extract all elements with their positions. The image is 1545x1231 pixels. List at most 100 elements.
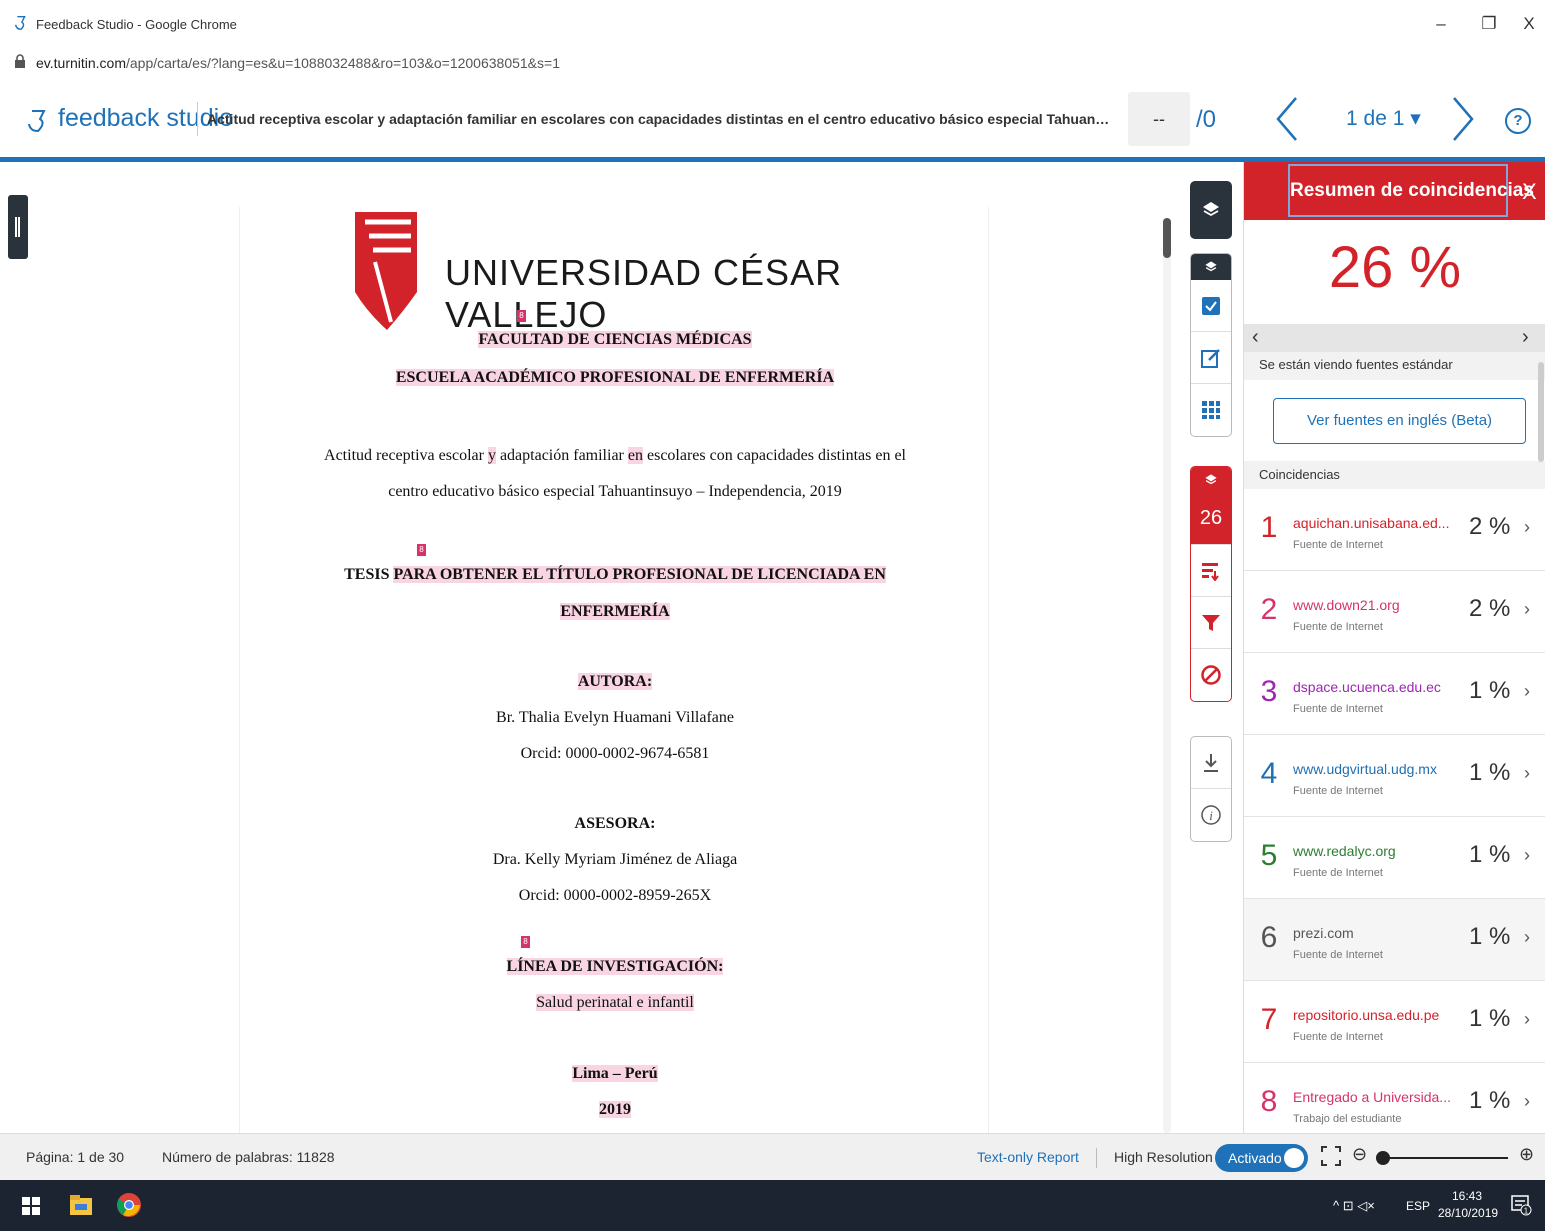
download-icon (1204, 753, 1218, 772)
similarity-tool-group: 26 (1190, 466, 1232, 702)
match-source-type: Fuente de Internet (1293, 1031, 1383, 1043)
grade-total: /0 (1196, 106, 1217, 133)
paper-selector[interactable]: 1 de 1 ▾ (1346, 106, 1421, 131)
text-only-report-link[interactable]: Text-only Report (977, 1149, 1079, 1165)
match-number: 4 (1260, 757, 1278, 790)
rubric-tool[interactable] (1191, 384, 1231, 436)
all-sources-tool[interactable] (1191, 545, 1231, 597)
match-item[interactable]: 6 prezi.com Fuente de Internet 1 % › (1244, 899, 1545, 981)
tesis-highlight[interactable]: PARA OBTENER EL TÍTULO PROFESIONAL DE LI… (393, 566, 886, 583)
chevron-right-icon[interactable]: › (1524, 927, 1530, 948)
chevron-right-icon[interactable]: › (1522, 326, 1529, 349)
address-bar[interactable]: ev.turnitin.com/app/carta/es/?lang=es&u=… (0, 48, 1545, 78)
input-language[interactable]: ESP (1406, 1199, 1430, 1213)
close-window-button[interactable]: X (1514, 14, 1544, 34)
clock[interactable]: 16:43 28/10/2019 (1438, 1188, 1498, 1222)
match-marker[interactable]: 8 (517, 310, 526, 322)
zoom-in-icon[interactable]: ⊕ (1519, 1144, 1534, 1165)
status-bar: Página: 1 de 30 Número de palabras: 1182… (0, 1133, 1545, 1180)
chevron-left-icon[interactable]: ‹ (1252, 326, 1259, 349)
asesora-orcid: Orcid: 0000-0002-8959-265X (518, 887, 712, 904)
next-paper-icon[interactable] (1448, 94, 1478, 144)
quickmark-tool[interactable] (1191, 280, 1231, 332)
linea-label: LÍNEA DE INVESTIGACIÓN: (506, 958, 724, 975)
feedback-studio-logo-icon (28, 110, 46, 133)
match-source-type: Fuente de Internet (1293, 785, 1383, 797)
chevron-right-icon[interactable]: › (1524, 1009, 1530, 1030)
chrome-icon[interactable] (116, 1192, 142, 1218)
title-part: Actitud receptiva escolar (324, 447, 488, 464)
file-explorer-icon[interactable] (70, 1195, 92, 1215)
document-title: Actitud receptiva escolar y adaptación f… (207, 111, 1112, 127)
scrollbar-thumb[interactable] (1163, 218, 1171, 258)
match-item[interactable]: 3 dspace.ucuenca.edu.ec Fuente de Internet… (1244, 653, 1545, 735)
match-marker[interactable]: 8 (521, 936, 530, 948)
school-line: ESCUELA ACADÉMICO PROFESIONAL DE ENFERME… (240, 369, 990, 387)
notification-count: 1 (1524, 1207, 1529, 1216)
high-resolution-toggle[interactable]: Activado (1215, 1144, 1308, 1172)
place-line: Lima – Perú (240, 1065, 990, 1083)
match-percent: 1 % (1469, 1005, 1511, 1032)
download-tool[interactable] (1191, 737, 1231, 789)
title-highlight[interactable]: y (487, 447, 496, 464)
match-source: Entregado a Universida... (1293, 1089, 1451, 1105)
grade-input[interactable]: -- (1128, 92, 1190, 146)
feedback-summary-tool[interactable] (1191, 332, 1231, 384)
zoom-slider-knob[interactable] (1375, 1151, 1390, 1165)
windows-start-icon[interactable] (22, 1197, 40, 1215)
zoom-slider[interactable] (1375, 1151, 1508, 1165)
match-source: prezi.com (1293, 925, 1354, 941)
match-item[interactable]: 2 www.down21.org Fuente de Internet 2 % › (1244, 571, 1545, 653)
match-item[interactable]: 4 www.udgvirtual.udg.mx Fuente de Internet… (1244, 735, 1545, 817)
school-text: ESCUELA ACADÉMICO PROFESIONAL DE ENFERME… (395, 369, 835, 386)
match-item[interactable]: 5 www.redalyc.org Fuente de Internet 1 % › (1244, 817, 1545, 899)
filter-tool[interactable] (1191, 597, 1231, 649)
fullscreen-icon[interactable] (1320, 1145, 1342, 1167)
similarity-score-button[interactable]: 26 (1191, 493, 1231, 545)
match-item[interactable]: 7 repositorio.unsa.edu.pe Fuente de Intern… (1244, 981, 1545, 1063)
svg-text:i: i (1209, 808, 1213, 823)
linea-value: Salud perinatal e infantil (536, 994, 694, 1011)
notification-icon[interactable]: 1 (1510, 1194, 1532, 1216)
chevron-right-icon[interactable]: › (1524, 517, 1530, 538)
system-tray-icons[interactable]: ^ ⊡ ◁× (1333, 1198, 1375, 1214)
autora-label: AUTORA: (577, 673, 653, 690)
tesis-highlight[interactable]: ENFERMERÍA (560, 603, 670, 620)
match-number: 5 (1260, 839, 1278, 872)
minimize-button[interactable]: – (1426, 14, 1456, 34)
previous-paper-icon[interactable] (1272, 94, 1302, 144)
close-panel-button[interactable]: X (1522, 179, 1537, 205)
extra-tool-group: i (1190, 736, 1232, 842)
similarity-percent: 26 % (1328, 235, 1462, 300)
help-icon[interactable]: ? (1505, 108, 1531, 134)
match-marker[interactable]: 8 (417, 544, 426, 556)
match-item[interactable]: 1 aquichan.unisabana.ed... Fuente de Inter… (1244, 489, 1545, 571)
chevron-right-icon[interactable]: › (1524, 845, 1530, 866)
restore-button[interactable]: ❐ (1474, 14, 1504, 34)
zoom-out-icon[interactable]: ⊖ (1352, 1144, 1367, 1165)
layers-icon (1203, 202, 1219, 217)
info-tool[interactable]: i (1191, 789, 1231, 841)
chevron-right-icon[interactable]: › (1524, 599, 1530, 620)
match-source: www.redalyc.org (1293, 843, 1396, 859)
panel-scrollbar[interactable] (1538, 362, 1544, 462)
exclude-tool[interactable] (1191, 649, 1231, 701)
document-scrollbar[interactable] (1163, 218, 1171, 1133)
university-name: UNIVERSIDAD CÉSAR VALLEJO (445, 252, 843, 335)
match-percent: 1 % (1469, 841, 1511, 868)
url-text[interactable]: ev.turnitin.com/app/carta/es/?lang=es&u=… (36, 55, 560, 71)
title-highlight[interactable]: en (627, 447, 643, 464)
page-indicator: Página: 1 de 30 (26, 1149, 125, 1165)
university-shield-logo (355, 212, 417, 330)
layers-button[interactable] (1190, 181, 1232, 239)
place-text: Lima – Perú (572, 1065, 658, 1082)
title-part: escolares con capacidades distintas en e… (642, 447, 906, 464)
chevron-right-icon[interactable]: › (1524, 763, 1530, 784)
linea-label-line: LÍNEA DE INVESTIGACIÓN: (240, 958, 990, 976)
side-drawer-handle[interactable] (8, 195, 28, 259)
asesora-label: ASESORA: (574, 815, 656, 832)
english-sources-button[interactable]: Ver fuentes en inglés (Beta) (1273, 398, 1526, 444)
chevron-right-icon[interactable]: › (1524, 1091, 1530, 1112)
match-source-type: Fuente de Internet (1293, 867, 1383, 879)
chevron-right-icon[interactable]: › (1524, 681, 1530, 702)
